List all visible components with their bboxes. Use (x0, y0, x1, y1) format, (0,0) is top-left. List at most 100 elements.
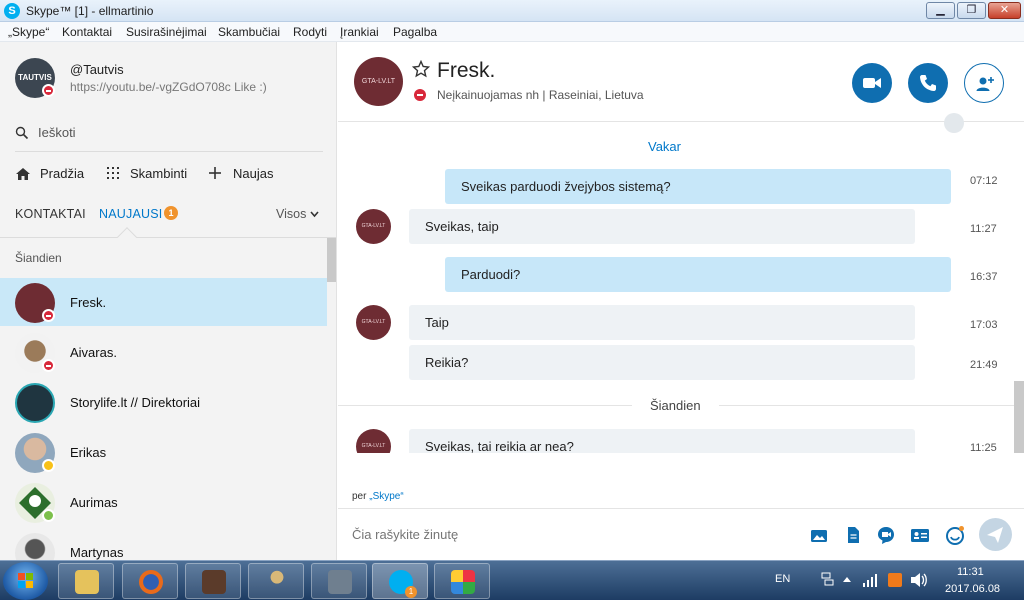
send-contact-icon[interactable] (910, 525, 930, 545)
dialpad-icon (107, 167, 119, 179)
nav-new-label: Naujas (233, 166, 274, 181)
clock-date[interactable]: 2017.06.08 (945, 583, 1000, 595)
chat-scrollbar[interactable] (1014, 381, 1024, 453)
maximize-button[interactable]: ❐ (957, 2, 986, 19)
chevron-down-icon (310, 211, 319, 218)
via-label: per „Skype“ (352, 491, 404, 502)
taskbar-paint[interactable] (434, 563, 490, 599)
contact-item-erikas[interactable]: Erikas (0, 428, 327, 476)
menu-calls[interactable]: Skambučiai (218, 25, 280, 39)
minimize-button[interactable]: ▁ (926, 2, 955, 19)
profile-name[interactable]: @Tautvis (70, 62, 124, 77)
day-separator-today: Šiandien (632, 398, 719, 413)
firefox-icon (139, 570, 163, 594)
paint-palette-icon (451, 570, 475, 594)
signal-bars-icon[interactable] (862, 572, 878, 588)
chat-header: GTA-LV.LT Fresk. Neįkainuojamas nh | Ras… (338, 42, 1024, 133)
message-bubble[interactable]: Reikia? (409, 345, 915, 380)
contact-item-storylife[interactable]: Storylife.lt // Direktoriai (0, 378, 327, 426)
chat-avatar-text: GTA-LV.LT (361, 78, 396, 85)
contact-item-martynas[interactable]: Martynas (0, 528, 327, 560)
message-time: 21:49 (970, 359, 998, 371)
message-time: 17:03 (970, 319, 998, 331)
taskbar-explorer[interactable] (58, 563, 114, 599)
network-arrows-icon[interactable] (820, 570, 834, 590)
message-avatar[interactable]: GTA-LV.LT (356, 429, 391, 453)
chevron-up-icon[interactable] (842, 575, 852, 583)
close-button[interactable]: ✕ (988, 2, 1021, 19)
clock-time[interactable]: 11:31 (957, 566, 984, 578)
menu-help[interactable]: Pagalba (393, 25, 437, 39)
tab-contacts[interactable]: KONTAKTAI (15, 207, 86, 221)
taskbar-firefox[interactable] (122, 563, 178, 599)
contact-name: Storylife.lt // Direktoriai (70, 395, 201, 410)
composer (338, 508, 1024, 560)
dnd-status-icon (42, 309, 55, 322)
add-participants-button[interactable] (964, 63, 1004, 103)
menu-skype[interactable]: „Skype“ (8, 25, 49, 39)
nav-home-label: Pradžia (40, 166, 85, 181)
search-input[interactable]: Ieškoti (38, 125, 76, 140)
message-bubble[interactable]: Sveikas, tai reikia ar nea? (409, 429, 915, 453)
speaker-icon[interactable] (910, 572, 928, 588)
contact-item-aurimas[interactable]: Aurimas (0, 478, 327, 526)
message-bubble[interactable]: Parduodi? (445, 257, 951, 292)
tab-indicator (117, 227, 137, 247)
folder-icon (75, 570, 99, 594)
menu-view[interactable]: Rodyti (293, 25, 327, 39)
taskbar-chess[interactable] (248, 563, 304, 599)
video-message-icon[interactable] (876, 525, 896, 545)
send-image-icon[interactable] (809, 525, 829, 545)
message-input[interactable] (352, 527, 772, 542)
chess-pawn-icon (265, 570, 289, 594)
taskbar-game[interactable] (185, 563, 241, 599)
dnd-status-icon (42, 84, 55, 97)
avast-icon[interactable] (888, 573, 902, 587)
nav-new[interactable]: Naujas (208, 164, 288, 184)
emoticon-icon[interactable] (945, 525, 965, 545)
contact-name: Aurimas (70, 495, 118, 510)
message-time: 07:12 (970, 175, 998, 187)
filter-dropdown[interactable]: Visos (276, 207, 319, 221)
language-indicator[interactable]: EN (775, 573, 790, 585)
lock-icon (328, 570, 352, 594)
windows-logo-icon (18, 573, 33, 588)
chat-panel: GTA-LV.LT Fresk. Neįkainuojamas nh | Ras… (338, 42, 1024, 560)
voice-call-button[interactable] (908, 63, 948, 103)
send-file-icon[interactable] (843, 525, 863, 545)
menu-conversations[interactable]: Susirašinėjimai (126, 25, 207, 39)
taskbar: 1 EN 11:31 2017.06.08 (0, 560, 1024, 600)
nav-call[interactable]: Skambinti (107, 164, 202, 184)
nav-home[interactable]: Pradžia (15, 164, 95, 184)
sidebar: TAUTVIS @Tautvis https://youtu.be/-vgZGd… (0, 42, 337, 560)
chat-avatar[interactable]: GTA-LV.LT (354, 57, 403, 106)
via-skype-link[interactable]: „Skype“ (369, 491, 403, 502)
menu-bar: „Skype“ Kontaktai Susirašinėjimai Skambu… (0, 22, 1024, 42)
section-label-today: Šiandien (15, 251, 62, 265)
message-avatar[interactable]: GTA-LV.LT (356, 209, 391, 244)
menu-contacts[interactable]: Kontaktai (62, 25, 112, 39)
message-avatar[interactable]: GTA-LV.LT (356, 305, 391, 340)
message-list: Vakar Sveikas parduodi žvejybos sistemą?… (338, 123, 1024, 453)
taskbar-skype[interactable]: 1 (372, 563, 428, 599)
send-button[interactable] (979, 518, 1012, 551)
menu-tools[interactable]: Įrankiai (340, 25, 379, 39)
start-button[interactable] (3, 562, 48, 600)
message-bubble[interactable]: Sveikas, taip (409, 209, 915, 244)
profile-mood[interactable]: https://youtu.be/-vgZGdO708c Like :) (70, 80, 267, 94)
contact-item-fresk[interactable]: Fresk. (0, 278, 327, 326)
contact-item-aivaras[interactable]: Aivaras. (0, 328, 327, 376)
phone-icon (920, 75, 936, 91)
contact-avatar (15, 383, 55, 423)
message-time: 11:27 (970, 223, 997, 235)
contact-tabs: KONTAKTAI NAUJAUSI 1 Visos (0, 202, 336, 247)
sidebar-scrollbar[interactable] (327, 238, 336, 282)
search-box[interactable]: Ieškoti (15, 124, 323, 152)
taskbar-security[interactable] (311, 563, 367, 599)
video-call-button[interactable] (852, 63, 892, 103)
message-bubble[interactable]: Sveikas parduodi žvejybos sistemą? (445, 169, 951, 204)
favorite-star-icon[interactable] (412, 60, 430, 78)
message-bubble[interactable]: Taip (409, 305, 915, 340)
tab-recent[interactable]: NAUJAUSI (99, 207, 162, 221)
message-time: 16:37 (970, 271, 998, 283)
